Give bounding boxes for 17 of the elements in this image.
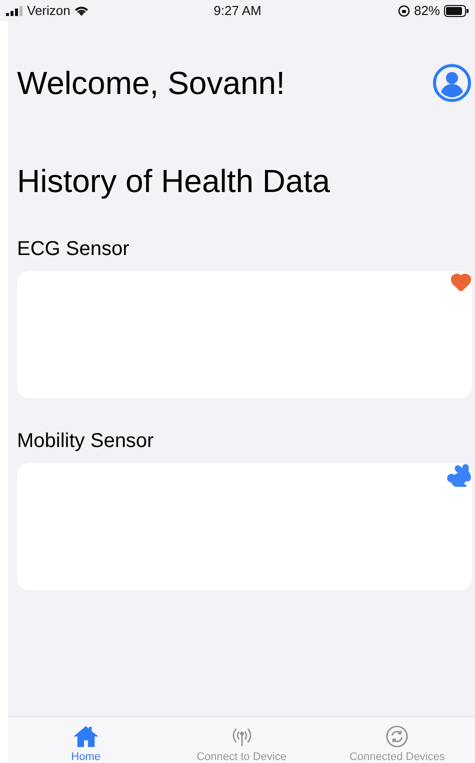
carrier-name: Verizon: [27, 3, 70, 18]
page-title: History of Health Data: [17, 163, 332, 200]
sync-icon: [384, 725, 410, 748]
tab-button[interactable]: Home: [8, 717, 164, 763]
battery-icon: [444, 4, 469, 16]
home-icon: [72, 725, 100, 748]
profile-icon[interactable]: [432, 63, 472, 103]
welcome-heading: Welcome, Sovann!: [17, 64, 285, 102]
tab-button[interactable]: Connect to Device: [164, 717, 320, 763]
tab-button[interactable]: Connected Devices: [319, 717, 475, 763]
sensor-label: Mobility Sensor: [17, 430, 155, 453]
signal-icon: [6, 6, 23, 16]
sensor-label: ECG Sensor: [17, 238, 130, 261]
clock-time: 9:27 AM: [214, 3, 262, 18]
rotation-lock-icon: [398, 4, 410, 16]
battery-percent: 82%: [414, 3, 440, 18]
wifi-icon: [74, 5, 90, 16]
